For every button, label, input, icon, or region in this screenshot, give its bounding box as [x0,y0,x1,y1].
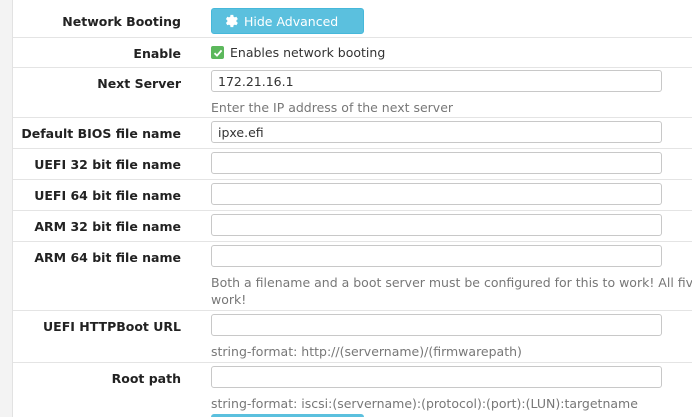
arm32-label: ARM 32 bit file name [34,219,181,234]
enable-checkbox[interactable] [211,46,224,59]
uefi32-input[interactable] [211,152,662,174]
arm32-row: ARM 32 bit file name [13,210,692,242]
default-bios-input[interactable] [211,121,662,143]
uefi64-row: UEFI 64 bit file name [13,179,692,211]
arm64-input[interactable] [211,245,662,267]
root-path-label: Root path [111,371,181,386]
enable-checkbox-label: Enables network booting [230,45,386,60]
uefi-httpboot-input[interactable] [211,314,662,336]
root-path-input[interactable] [211,366,662,388]
uefi-httpboot-help: string-format: http://(servername)/(firm… [211,344,522,359]
enable-control: Enables network booting [211,45,385,60]
network-booting-row: Network Booting Hide Advanced [13,0,692,37]
uefi-httpboot-row: UEFI HTTPBoot URL string-format: http://… [13,310,692,363]
root-path-help: string-format: iscsi:(servername):(proto… [211,396,638,411]
next-server-row: Next Server Enter the IP address of the … [13,67,692,118]
uefi64-label: UEFI 64 bit file name [34,188,181,203]
arm32-input[interactable] [211,214,662,236]
arm64-help-line1: Both a filename and a boot server must b… [211,275,692,290]
next-server-input[interactable] [211,70,662,92]
next-server-label: Next Server [97,76,181,91]
network-booting-label: Network Booting [62,14,181,29]
uefi-httpboot-label: UEFI HTTPBoot URL [43,319,181,334]
uefi32-label: UEFI 32 bit file name [34,157,181,172]
enable-row: Enable Enables network booting [13,37,692,68]
arm64-row: ARM 64 bit file name Both a filename and… [13,241,692,311]
arm64-label: ARM 64 bit file name [34,250,181,265]
hide-advanced-label: Hide Advanced [244,13,339,29]
arm64-help-line2: work! [211,292,247,307]
default-bios-label: Default BIOS file name [21,126,181,141]
gear-icon [225,14,238,28]
hide-advanced-button[interactable]: Hide Advanced [211,8,364,34]
checkmark-icon [213,49,222,57]
uefi32-row: UEFI 32 bit file name [13,148,692,180]
uefi64-input[interactable] [211,183,662,205]
left-margin [0,0,13,417]
enable-label: Enable [133,46,181,61]
default-bios-row: Default BIOS file name [13,117,692,149]
root-path-row: Root path string-format: iscsi:(serverna… [13,362,692,418]
next-server-help: Enter the IP address of the next server [211,100,454,115]
